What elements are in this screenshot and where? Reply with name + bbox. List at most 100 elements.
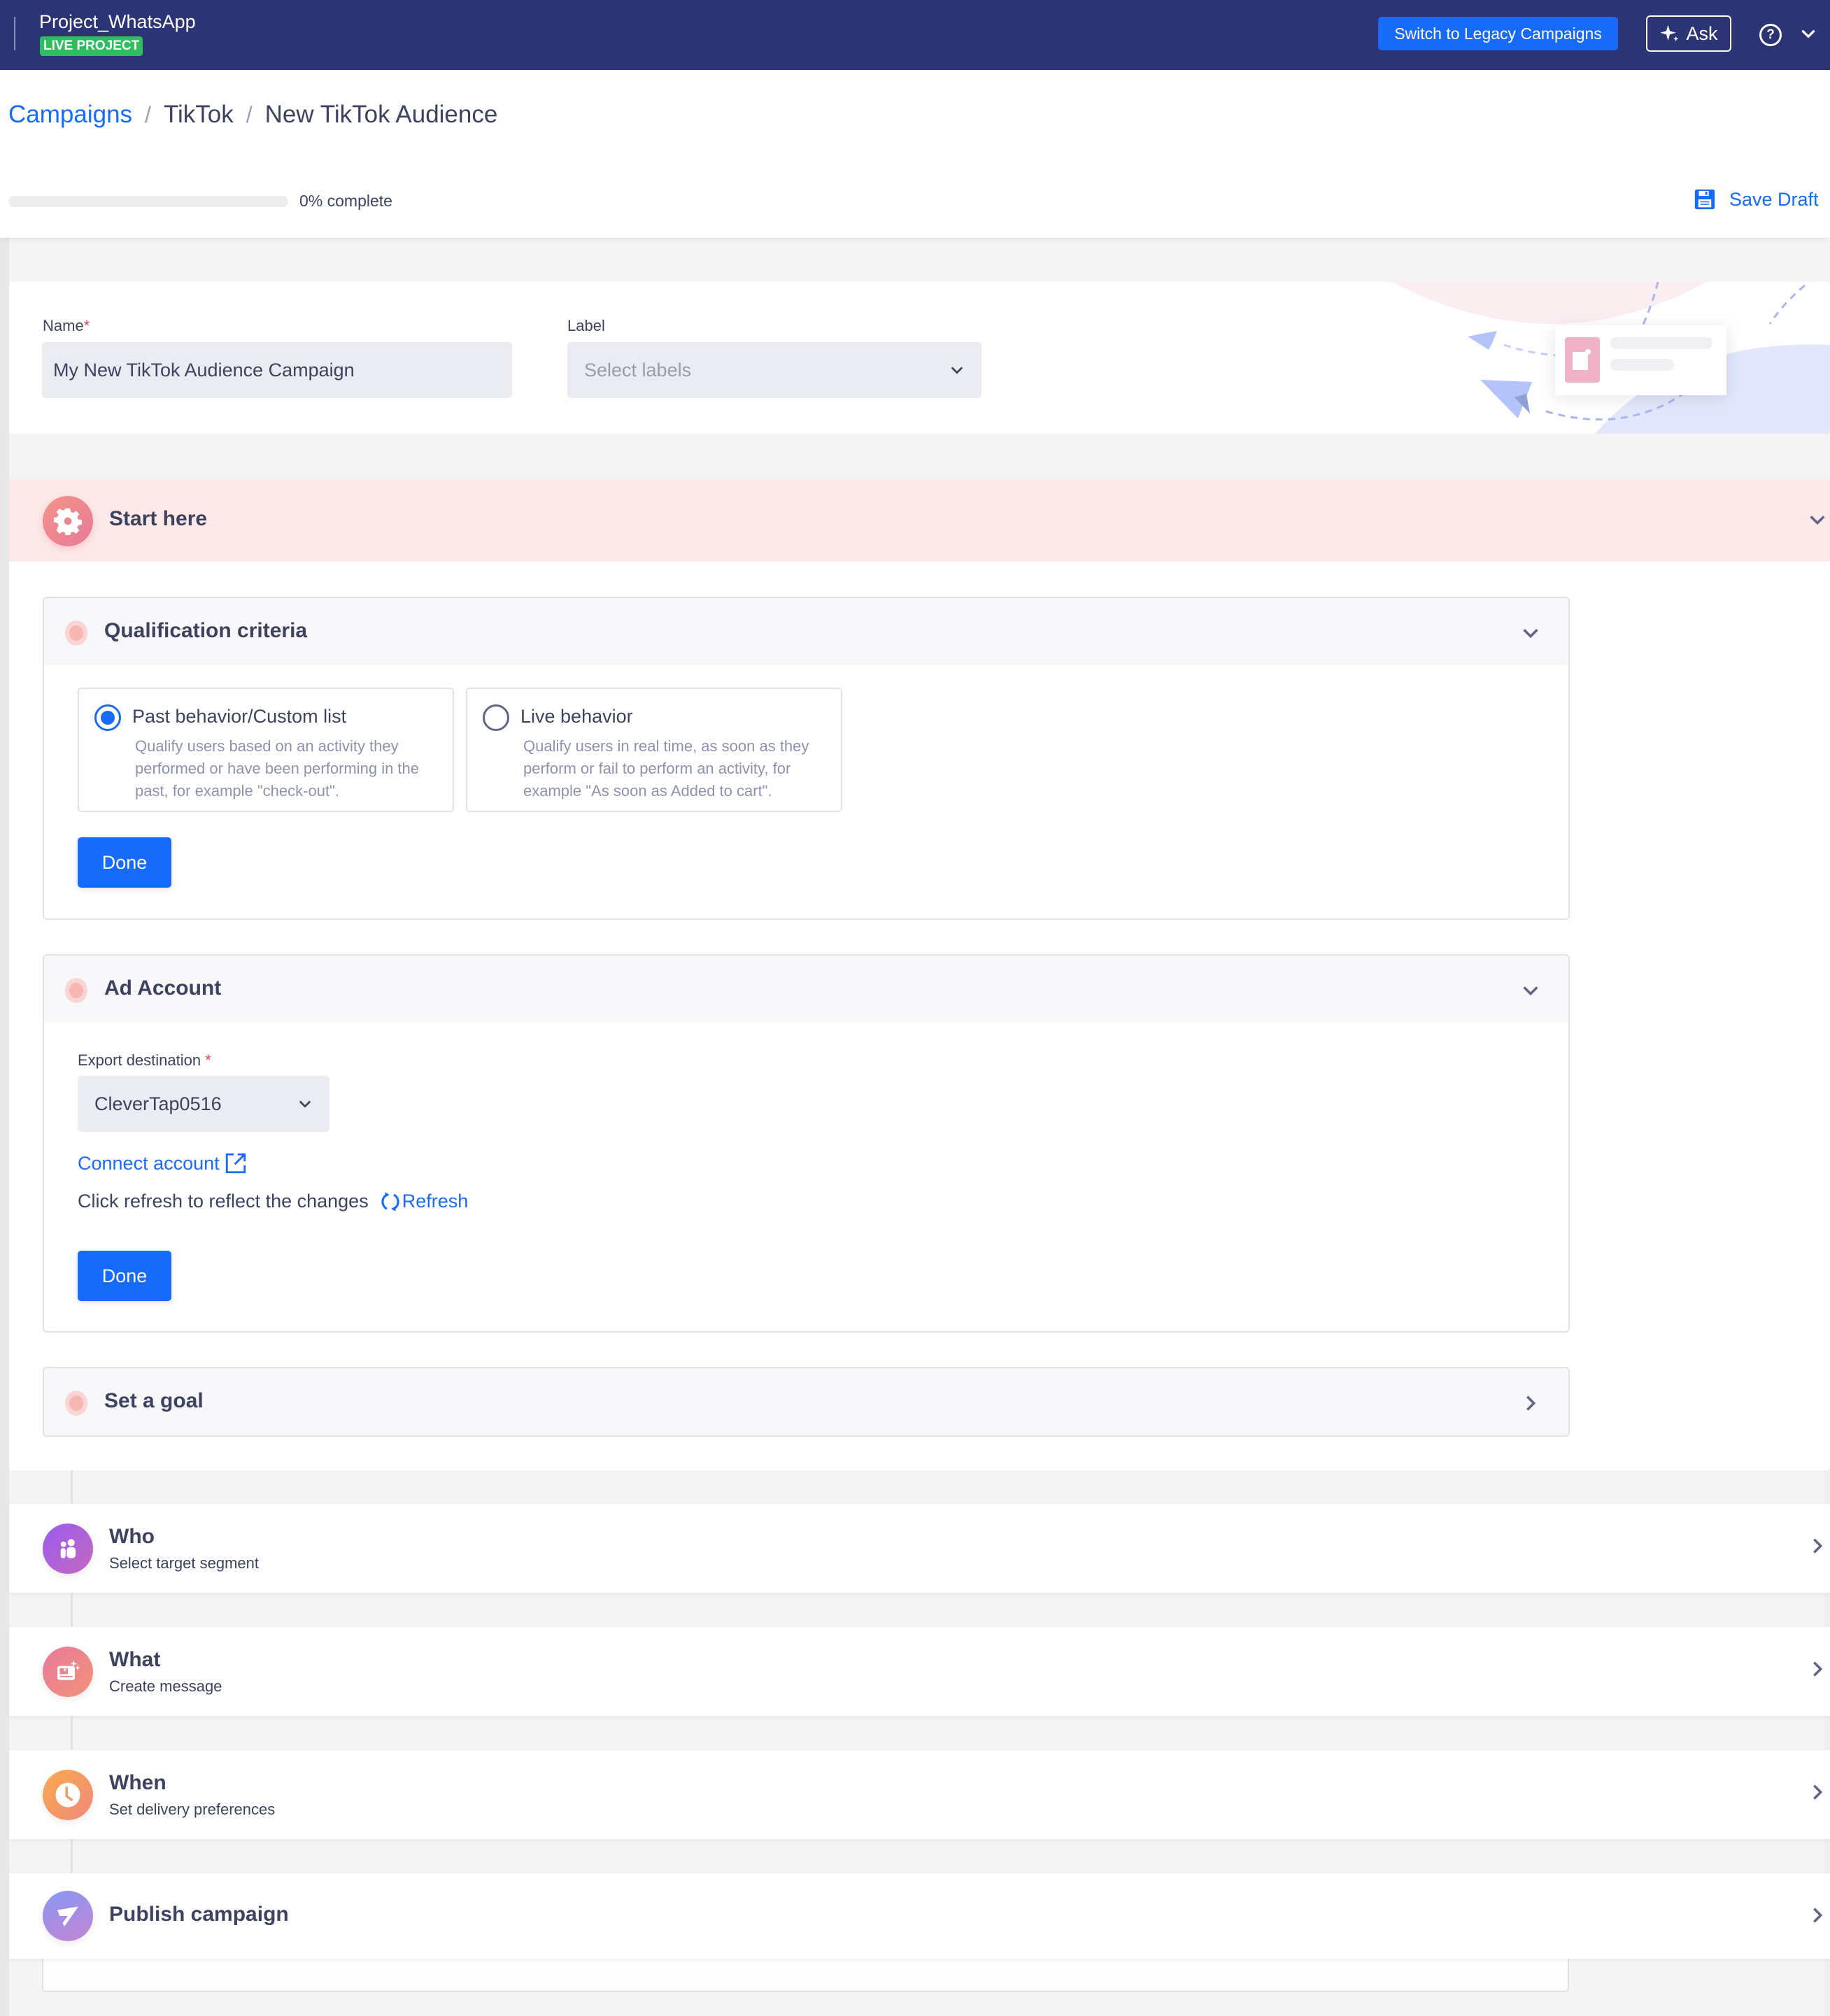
chevron-right-icon[interactable] (1808, 1659, 1827, 1679)
switch-to-legacy-campaigns-button[interactable]: Switch to Legacy Campaigns (1378, 17, 1618, 50)
step-connector (71, 1593, 73, 1627)
radio-live-behavior[interactable] (483, 704, 509, 731)
chevron-down-icon[interactable] (1521, 981, 1540, 1000)
chevron-down-icon[interactable] (1799, 25, 1817, 43)
refresh-hint: Click refresh to reflect the changes (78, 1191, 369, 1212)
export-destination-value: CleverTap0516 (94, 1093, 222, 1114)
project-name[interactable]: Project_WhatsApp (39, 11, 196, 33)
people-glyph (60, 1539, 76, 1559)
status-dot-icon (65, 1391, 87, 1416)
breadcrumb-campaigns[interactable]: Campaigns (8, 101, 132, 129)
step-title: What (109, 1648, 161, 1671)
page-left-gutter (0, 238, 9, 2016)
save-draft-button[interactable]: Save Draft (1693, 187, 1819, 211)
qualification-done-button[interactable]: Done (78, 837, 171, 888)
option-description: Qualify users in real time, as soon as t… (523, 737, 809, 800)
ad-account-title: Ad Account (104, 977, 222, 1000)
status-dot-icon (65, 978, 87, 1003)
step-publish-campaign[interactable]: Publish campaign (9, 1873, 1830, 1959)
required-mark: * (205, 1051, 211, 1069)
label-field-label: Label (567, 317, 605, 334)
step-subtitle: Create message (109, 1677, 222, 1695)
step-subtitle: Set delivery preferences (109, 1801, 276, 1818)
start-here-panel: Start here Qualification criteria Past b… (9, 479, 1830, 1470)
step-when[interactable]: When Set delivery preferences (9, 1750, 1830, 1839)
settings-gear-icon (43, 496, 93, 546)
chevron-down-icon (951, 367, 963, 374)
set-goal-title: Set a goal (104, 1389, 204, 1412)
ad-account-card: Ad Account Export destination * CleverTa… (43, 954, 1570, 1333)
status-dot-icon (65, 620, 87, 646)
page-title: New TikTok Audience (264, 101, 498, 128)
refresh-row: Click refresh to reflect the changes Ref… (78, 1191, 468, 1212)
export-destination-label: Export destination * (78, 1051, 211, 1070)
people-icon (43, 1524, 93, 1574)
required-mark: * (83, 317, 90, 334)
refresh-label: Refresh (402, 1191, 469, 1212)
live-project-badge: LIVE PROJECT (40, 36, 143, 56)
page-header: Campaigns / TikTok / New TikTok Audience… (0, 70, 1830, 238)
step-connector (71, 1839, 73, 1873)
ad-account-header[interactable]: Ad Account (44, 956, 1568, 1023)
radio-past-behavior[interactable] (94, 704, 121, 731)
qualification-criteria-header[interactable]: Qualification criteria (44, 598, 1568, 665)
topbar-divider (14, 17, 15, 50)
message-image-icon (43, 1647, 93, 1697)
gear-icon (54, 508, 82, 535)
ask-button[interactable]: Ask (1646, 15, 1731, 52)
collapsed-card-edge (42, 1959, 1569, 1992)
chevron-down-icon (299, 1100, 311, 1108)
breadcrumb-separator: / (246, 101, 253, 127)
breadcrumb: Campaigns / TikTok / New TikTok Audience (8, 101, 497, 129)
option-past-behavior[interactable]: Past behavior/Custom list Qualify users … (78, 688, 454, 812)
step-title: When (109, 1771, 166, 1794)
paper-plane-icon (43, 1891, 93, 1941)
labels-select-placeholder: Select labels (584, 359, 692, 381)
connect-account-label: Connect account (78, 1152, 220, 1174)
floppy-disk-icon (1694, 189, 1715, 210)
ask-button-label: Ask (1686, 22, 1718, 44)
qualification-criteria-card: Qualification criteria Past behavior/Cus… (43, 597, 1570, 920)
refresh-link[interactable]: Refresh (380, 1191, 469, 1212)
labels-select[interactable]: Select labels (567, 342, 981, 398)
paper-plane-glyph (57, 1906, 78, 1926)
step-who[interactable]: Who Select target segment (9, 1504, 1830, 1593)
campaign-name-card: Name* Label Select labels (9, 282, 1830, 434)
chevron-right-icon[interactable] (1808, 1536, 1827, 1556)
start-here-header[interactable]: Start here (9, 479, 1830, 562)
export-destination-label-text: Export destination (78, 1051, 201, 1069)
campaign-illustration (1392, 282, 1830, 434)
name-label-text: Name (43, 317, 84, 334)
chevron-down-icon[interactable] (1808, 510, 1827, 530)
step-what[interactable]: What Create message (9, 1627, 1830, 1716)
breadcrumb-separator: / (145, 101, 151, 127)
step-connector (71, 1716, 73, 1750)
export-destination-select[interactable]: CleverTap0516 (78, 1076, 329, 1132)
name-field-label: Name* (43, 317, 90, 335)
top-navigation-bar: Project_WhatsApp LIVE PROJECT Switch to … (0, 0, 1830, 70)
step-title: Publish campaign (109, 1903, 289, 1926)
connect-account-link[interactable]: Connect account (78, 1151, 248, 1175)
start-here-title: Start here (109, 507, 208, 530)
sparkle-icon (1660, 24, 1679, 42)
message-image-glyph (57, 1660, 81, 1680)
breadcrumb-tiktok: TikTok (163, 101, 234, 128)
ad-account-done-button[interactable]: Done (78, 1251, 171, 1301)
chevron-down-icon[interactable] (1521, 623, 1540, 643)
qualification-criteria-title: Qualification criteria (104, 619, 308, 642)
chevron-right-icon[interactable] (1808, 1905, 1827, 1925)
external-link-icon (225, 1153, 246, 1174)
step-connector (71, 1470, 73, 1504)
option-description: Qualify users based on an activity they … (135, 737, 420, 800)
chevron-right-icon[interactable] (1808, 1782, 1827, 1802)
set-goal-header[interactable]: Set a goal (44, 1368, 1568, 1435)
progress-label: 0% complete (299, 192, 392, 210)
set-goal-card[interactable]: Set a goal (43, 1367, 1570, 1437)
option-live-behavior[interactable]: Live behavior Qualify users in real time… (466, 688, 842, 812)
chevron-right-icon[interactable] (1521, 1393, 1540, 1413)
option-title: Past behavior/Custom list (132, 706, 347, 727)
option-title: Live behavior (520, 706, 633, 727)
campaign-name-input[interactable] (42, 342, 512, 398)
help-icon-glyph: ? (1766, 27, 1775, 42)
help-icon[interactable]: ? (1759, 24, 1782, 46)
